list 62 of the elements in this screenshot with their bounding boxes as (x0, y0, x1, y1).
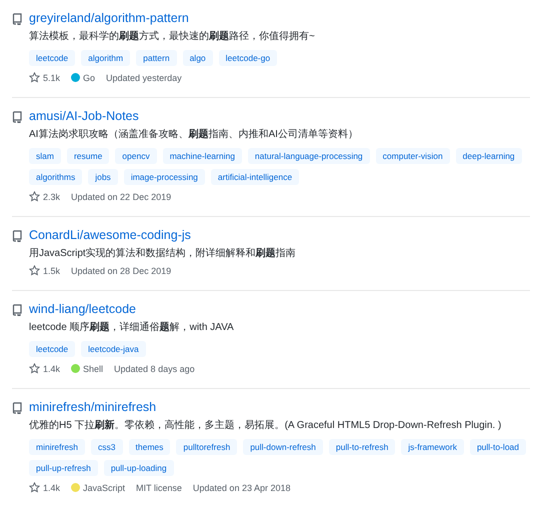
topic-tag[interactable]: pulltorefresh (176, 439, 238, 455)
star-icon (29, 363, 40, 374)
repo-icon (12, 13, 22, 25)
updated-label: Updated yesterday (106, 72, 182, 82)
topic-tag[interactable]: opencv (115, 148, 157, 164)
topic-tag[interactable]: jobs (88, 169, 118, 185)
topic-tag[interactable]: algo (182, 50, 213, 66)
star-icon (29, 191, 40, 202)
repo-link[interactable]: wind-liang/leetcode (29, 301, 530, 317)
topic-tag[interactable]: leetcode (29, 341, 76, 357)
star-icon (29, 265, 40, 276)
star-count: 2.3k (43, 192, 60, 202)
topic-tag[interactable]: computer-vision (376, 148, 450, 164)
license-label: MIT license (136, 482, 182, 492)
repo-icon (12, 230, 22, 242)
topic-tag[interactable]: natural-language-processing (248, 148, 370, 164)
repo-description: 用JavaScript实现的算法和数据结构，附详细解释和刷题指南 (29, 247, 297, 261)
topic-tag[interactable]: leetcode (29, 50, 76, 66)
topic-tag[interactable]: leetcode-go (218, 50, 278, 66)
topic-tag[interactable]: algorithms (29, 169, 82, 185)
star-count: 1.5k (43, 266, 60, 276)
language-label: Shell (83, 364, 104, 374)
topic-tag[interactable]: algorithm (81, 50, 130, 66)
topic-tag[interactable]: pattern (136, 50, 177, 66)
star-count: 1.4k (43, 364, 60, 374)
repo-description: AI算法岗求职攻略（涵盖准备攻略、刷题指南、内推和AI公司清单等资料） (29, 128, 359, 142)
language-label: JavaScript (83, 482, 126, 492)
updated-label: Updated on 23 Apr 2018 (192, 482, 290, 492)
topic-tag[interactable]: pull-up-refresh (29, 460, 98, 476)
topic-tag[interactable]: deep-learning (456, 148, 522, 164)
updated-label: Updated on 28 Dec 2019 (71, 266, 172, 276)
star-icon (29, 72, 40, 83)
repo-icon (12, 304, 22, 316)
topic-tag[interactable]: image-processing (124, 169, 205, 185)
language-label: Go (83, 72, 96, 82)
topic-tag[interactable]: pull-to-load (470, 439, 526, 455)
topic-tag[interactable]: pull-down-refresh (243, 439, 323, 455)
topic-tag[interactable]: leetcode-java (81, 341, 146, 357)
topic-tag[interactable]: themes (128, 439, 170, 455)
topic-tag[interactable]: js-framework (401, 439, 464, 455)
topic-tag[interactable]: slam (29, 148, 61, 164)
star-icon (29, 482, 40, 493)
topic-tag[interactable]: css3 (91, 439, 123, 455)
topic-tag[interactable]: artificial-intelligence (210, 169, 300, 185)
updated-label: Updated 8 days ago (114, 364, 195, 374)
topic-tag[interactable]: resume (66, 148, 110, 164)
repo-description: 优雅的H5 下拉刷新。零依赖，高性能，多主题，易拓展。(A Graceful HTML5 Drop-Down-Refresh Plugin. ) (29, 419, 502, 433)
repo-link[interactable]: amusi/AI-Job-Notes (29, 108, 530, 124)
topic-tag[interactable]: pull-to-refresh (328, 439, 396, 455)
repo-link[interactable]: minirefresh/minirefresh (29, 399, 530, 415)
repo-link[interactable]: ConardLi/awesome-coding-js (29, 227, 530, 243)
repo-description: leetcode 顺序刷题，详细通俗题解，with JAVA (29, 321, 235, 335)
star-count: 1.4k (43, 482, 60, 492)
topic-tag[interactable]: minirefresh (29, 439, 86, 455)
repo-icon (12, 402, 22, 414)
topic-tag[interactable]: pull-up-loading (104, 460, 174, 476)
repo-description: 算法模板，最科学的刷题方式，最快速的刷题路径，你值得拥有~ (29, 30, 316, 44)
topic-tag[interactable]: machine-learning (162, 148, 242, 164)
repo-link[interactable]: greyireland/algorithm-pattern (29, 10, 530, 26)
updated-label: Updated on 22 Dec 2019 (71, 192, 172, 202)
repo-icon (12, 111, 22, 123)
star-count: 5.1k (43, 72, 60, 82)
